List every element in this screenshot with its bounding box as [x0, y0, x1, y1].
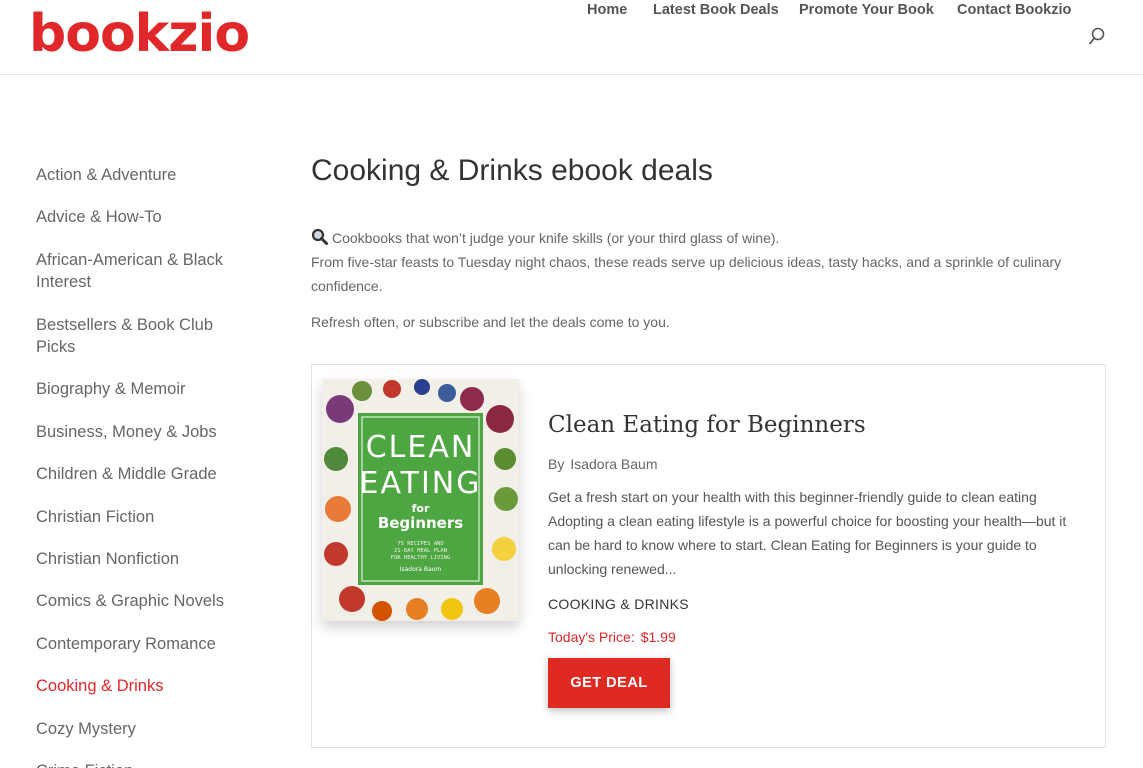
sidebar-item-comics[interactable]: Comics & Graphic Novels [36, 590, 251, 612]
refresh-note: Refresh often, or subscribe and let the … [311, 314, 670, 330]
get-deal-button[interactable]: GET DEAL [548, 658, 670, 708]
book-description: Get a fresh start on your health with th… [548, 489, 1067, 577]
price-value: $1.99 [640, 629, 676, 645]
book-author: Isadora Baum [570, 456, 658, 472]
sidebar-item-action-adventure[interactable]: Action & Adventure [36, 164, 251, 186]
sidebar-item-biography-memoir[interactable]: Biography & Memoir [36, 378, 251, 400]
sidebar-item-contemporary-romance[interactable]: Contemporary Romance [36, 633, 251, 655]
sidebar-item-christian-fiction[interactable]: Christian Fiction [36, 506, 251, 528]
sidebar-item-bestsellers[interactable]: Bestsellers & Book Club Picks [36, 314, 251, 358]
cover-author: Isadora Baum [400, 566, 442, 573]
book-deal-card: CLEAN EATING for Beginners 75 RECIPES AN… [311, 364, 1106, 748]
page-title: Cooking & Drinks ebook deals [311, 154, 713, 187]
search-icon[interactable] [1089, 27, 1105, 45]
book-price: Today's Price: $1.99 [548, 627, 676, 647]
book-cover[interactable]: CLEAN EATING for Beginners 75 RECIPES AN… [322, 379, 519, 621]
nav-contact-bookzio[interactable]: Contact Bookzio [957, 0, 1071, 20]
intro-text: Cookbooks that won’t judge your knife sk… [311, 226, 1111, 298]
sidebar-item-cooking-drinks[interactable]: Cooking & Drinks [36, 675, 251, 697]
sidebar-item-crime-fiction[interactable]: Crime Fiction [36, 760, 251, 768]
book-byline: By Isadora Baum [548, 454, 664, 474]
intro-line-1: Cookbooks that won’t judge your knife sk… [332, 230, 780, 246]
cover-subtitle-1: 75 RECIPES AND [397, 541, 443, 547]
book-title[interactable]: Clean Eating for Beginners [548, 409, 866, 441]
sidebar-item-cozy-mystery[interactable]: Cozy Mystery [36, 718, 251, 740]
cover-subtitle-2: 21-DAY MEAL PLAN [394, 548, 447, 554]
cover-subtitle-3: FOR HEALTHY LIVING [391, 555, 451, 561]
sidebar-item-african-american[interactable]: African-American & Black Interest [36, 249, 251, 293]
cover-title-line-2: EATING [359, 466, 481, 501]
by-label: By [548, 456, 565, 472]
sidebar-item-advice-how-to[interactable]: Advice & How-To [36, 206, 251, 228]
nav-home[interactable]: Home [587, 0, 627, 20]
nav-latest-book-deals[interactable]: Latest Book Deals [653, 0, 779, 20]
cover-title-line-1: CLEAN [366, 430, 476, 465]
book-cover-art: CLEAN EATING for Beginners 75 RECIPES AN… [322, 379, 519, 621]
magnifier-emoji-icon [311, 228, 328, 245]
sidebar-item-children[interactable]: Children & Middle Grade [36, 463, 251, 485]
sidebar-item-business[interactable]: Business, Money & Jobs [36, 421, 251, 443]
cover-title-line-4: Beginners [378, 514, 463, 532]
book-category: COOKING & DRINKS [548, 596, 689, 612]
nav-promote-your-book[interactable]: Promote Your Book [799, 0, 934, 20]
sidebar-item-christian-nonfiction[interactable]: Christian Nonfiction [36, 548, 251, 570]
price-label: Today's Price: [548, 629, 635, 645]
site-logo[interactable]: bookzio [29, 6, 250, 62]
intro-line-2: From five-star feasts to Tuesday night c… [311, 254, 1062, 294]
site-header: bookzio Home Latest Book Deals Promote Y… [0, 0, 1143, 75]
